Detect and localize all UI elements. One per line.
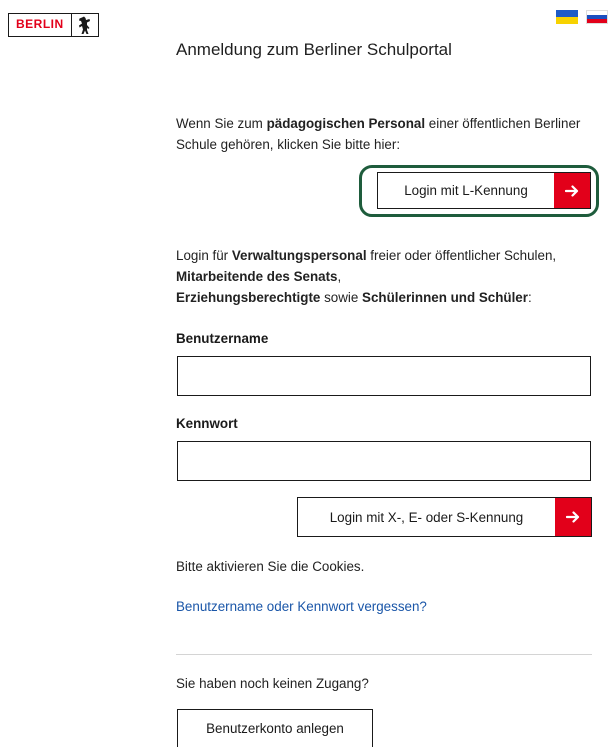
page-title: Anmeldung zum Berliner Schulportal	[176, 40, 452, 59]
login-description: Login für Verwaltungspersonal freier ode…	[176, 248, 557, 305]
language-flags	[556, 10, 608, 24]
password-label: Kennwort	[176, 416, 238, 431]
login-x-kennung-button[interactable]: Login mit X-, E- oder S-Kennung	[297, 497, 592, 537]
forgot-credentials-link[interactable]: Benutzername oder Kennwort vergessen?	[176, 599, 427, 614]
login-l-kennung-label: Login mit L-Kennung	[404, 183, 528, 198]
ukraine-flag-icon[interactable]	[556, 10, 578, 24]
login-l-kennung-button[interactable]: Login mit L-Kennung	[377, 172, 591, 209]
cookies-notice: Bitte aktivieren Sie die Cookies.	[176, 559, 365, 574]
no-access-text: Sie haben noch keinen Zugang?	[176, 676, 369, 691]
logo-text: BERLIN	[9, 14, 72, 36]
arrow-right-icon	[555, 498, 591, 536]
create-account-button[interactable]: Benutzerkonto anlegen	[177, 709, 373, 747]
username-input[interactable]	[177, 356, 591, 396]
berlin-bear-icon	[72, 14, 98, 36]
russia-flag-icon[interactable]	[586, 10, 608, 24]
login-page: BERLIN Anmeldung zum Berliner Schulporta…	[0, 0, 608, 747]
berlin-logo[interactable]: BERLIN	[8, 13, 99, 37]
intro-text: Wenn Sie zum pädagogischen Personal eine…	[176, 116, 581, 152]
password-input[interactable]	[177, 441, 591, 481]
arrow-right-icon	[554, 173, 590, 208]
login-x-kennung-label: Login mit X-, E- oder S-Kennung	[329, 509, 524, 525]
username-label: Benutzername	[176, 331, 269, 346]
divider	[176, 654, 592, 655]
